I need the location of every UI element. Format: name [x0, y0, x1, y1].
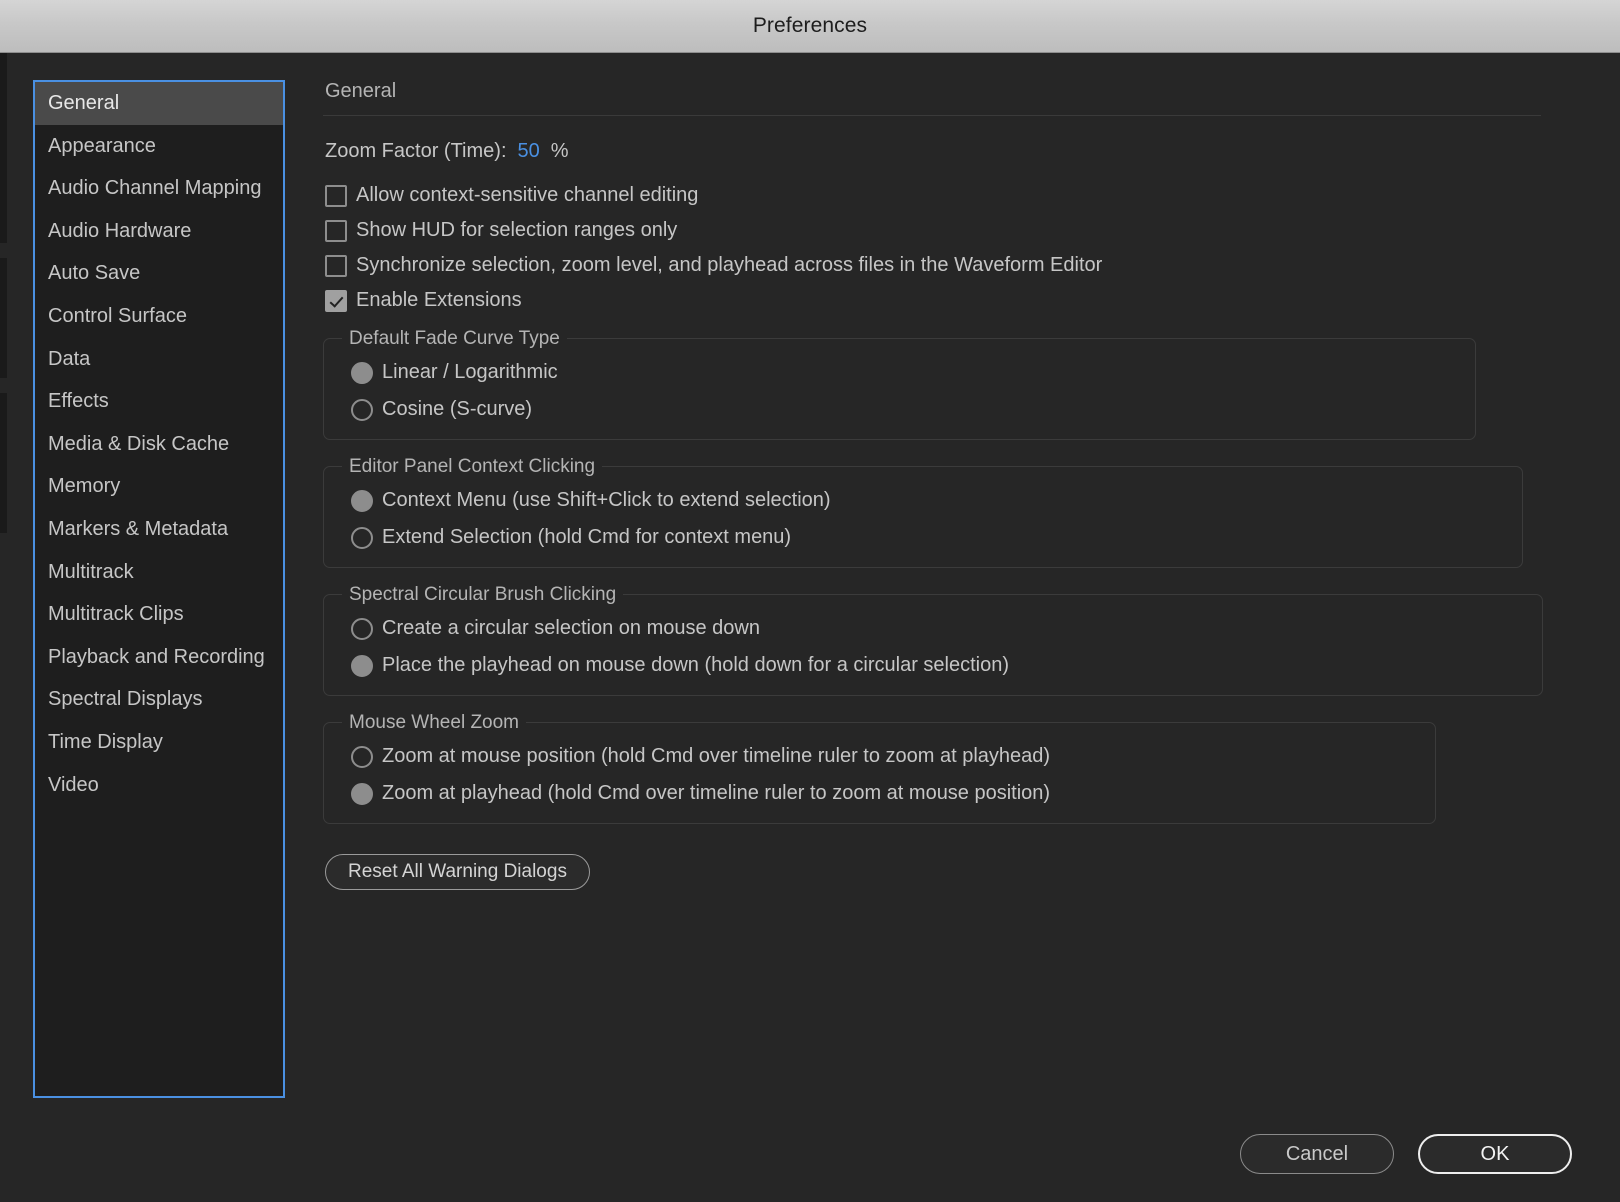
radio-row[interactable]: Extend Selection (hold Cmd for context m…: [324, 526, 1522, 549]
radio-unselected-icon[interactable]: [351, 398, 373, 421]
radio-row[interactable]: Place the playhead on mouse down (hold d…: [324, 654, 1542, 677]
checkbox-group: Allow context-sensitive channel editing S…: [323, 184, 1580, 312]
radio-label: Context Menu (use Shift+Click to extend …: [382, 489, 831, 511]
checkbox-unchecked-icon[interactable]: [325, 184, 347, 207]
zoom-factor-label: Zoom Factor (Time):: [325, 140, 507, 162]
sidebar-item-playback-and-recording[interactable]: Playback and Recording: [35, 636, 283, 679]
window-title: Preferences: [752, 14, 868, 37]
radio-unselected-icon[interactable]: [351, 617, 373, 640]
sidebar-item-audio-hardware[interactable]: Audio Hardware: [35, 210, 283, 253]
sidebar-item-label: Auto Save: [48, 262, 141, 285]
page-title: General: [325, 80, 397, 102]
option-group: Spectral Circular Brush Clicking Create a…: [323, 584, 1543, 696]
checkbox-label: Allow context-sensitive channel editing: [356, 184, 699, 206]
radio-label: Zoom at playhead (hold Cmd over timeline…: [382, 782, 1051, 804]
checkbox-checked-icon[interactable]: [325, 289, 347, 312]
radio-unselected-icon[interactable]: [351, 526, 373, 549]
radio-selected-icon[interactable]: [351, 489, 373, 512]
checkbox-unchecked-icon[interactable]: [325, 254, 347, 277]
sidebar-item-multitrack[interactable]: Multitrack: [35, 551, 283, 594]
sidebar-item-general[interactable]: General: [35, 82, 283, 125]
checkbox-row[interactable]: Allow context-sensitive channel editing: [323, 184, 1580, 207]
sidebar-item-auto-save[interactable]: Auto Save: [35, 252, 283, 295]
sidebar-item-time-display[interactable]: Time Display: [35, 721, 283, 764]
preferences-category-list[interactable]: General Appearance Audio Channel Mapping Au…: [33, 80, 285, 1098]
sidebar-item-effects[interactable]: Effects: [35, 380, 283, 423]
group-legend: Editor Panel Context Clicking: [342, 456, 603, 478]
sidebar-item-markers-metadata[interactable]: Markers & Metadata: [35, 508, 283, 551]
sidebar-item-data[interactable]: Data: [35, 338, 283, 381]
sidebar-item-label: Multitrack Clips: [48, 603, 184, 626]
sidebar-item-label: Media & Disk Cache: [48, 432, 230, 455]
radio-label: Create a circular selection on mouse dow…: [382, 617, 760, 639]
sidebar-item-control-surface[interactable]: Control Surface: [35, 295, 283, 338]
sidebar-item-label: Video: [48, 773, 99, 796]
sidebar-item-video[interactable]: Video: [35, 764, 283, 807]
zoom-factor-row: Zoom Factor (Time): 50 %: [323, 140, 1580, 163]
option-group: Default Fade Curve Type Linear / Logarith…: [323, 328, 1476, 440]
radio-unselected-icon[interactable]: [351, 745, 373, 768]
sidebar-item-label: Spectral Displays: [48, 688, 203, 711]
sidebar-item-label: General: [48, 92, 120, 114]
sidebar-item-label: Effects: [48, 390, 109, 413]
dialog-body: General Appearance Audio Channel Mapping Au…: [0, 53, 1620, 1202]
sidebar-item-label: Playback and Recording: [48, 645, 265, 668]
sidebar-item-spectral-displays[interactable]: Spectral Displays: [35, 678, 283, 721]
radio-label: Linear / Logarithmic: [382, 361, 558, 383]
heading-divider: [323, 115, 1541, 116]
zoom-factor-unit: %: [550, 140, 569, 162]
sidebar-item-label: Memory: [48, 475, 121, 498]
option-group: Editor Panel Context Clicking Context Men…: [323, 456, 1523, 568]
checkbox-label: Synchronize selection, zoom level, and p…: [356, 254, 1103, 276]
sidebar-item-memory[interactable]: Memory: [35, 465, 283, 508]
window-edge-artifact-bottom: [0, 393, 7, 533]
dialog-footer: Cancel OK: [1240, 1134, 1572, 1174]
checkbox-row[interactable]: Synchronize selection, zoom level, and p…: [323, 254, 1580, 277]
checkbox-label: Show HUD for selection ranges only: [356, 219, 678, 241]
sidebar-item-multitrack-clips[interactable]: Multitrack Clips: [35, 593, 283, 636]
sidebar-item-label: Audio Hardware: [48, 219, 192, 242]
radio-label: Place the playhead on mouse down (hold d…: [382, 654, 1010, 676]
ok-button[interactable]: OK: [1418, 1134, 1572, 1174]
checkbox-label: Enable Extensions: [356, 289, 522, 311]
window-edge-artifact-mid: [0, 258, 7, 378]
sidebar-item-label: Control Surface: [48, 304, 187, 327]
sidebar-item-label: Data: [48, 347, 91, 370]
radio-row[interactable]: Zoom at playhead (hold Cmd over timeline…: [324, 782, 1435, 805]
cancel-button[interactable]: Cancel: [1240, 1134, 1394, 1174]
radio-row[interactable]: Linear / Logarithmic: [324, 361, 1475, 384]
reset-all-warning-dialogs-button[interactable]: Reset All Warning Dialogs: [325, 854, 590, 890]
group-legend: Spectral Circular Brush Clicking: [342, 584, 624, 606]
radio-selected-icon[interactable]: [351, 654, 373, 677]
radio-row[interactable]: Context Menu (use Shift+Click to extend …: [324, 489, 1522, 512]
radio-selected-icon[interactable]: [351, 361, 373, 384]
radio-row[interactable]: Zoom at mouse position (hold Cmd over ti…: [324, 745, 1435, 768]
radio-row[interactable]: Create a circular selection on mouse dow…: [324, 617, 1542, 640]
radio-label: Extend Selection (hold Cmd for context m…: [382, 526, 792, 548]
radio-label: Zoom at mouse position (hold Cmd over ti…: [382, 745, 1051, 767]
checkbox-row[interactable]: Enable Extensions: [323, 289, 1580, 312]
sidebar-item-media-disk-cache[interactable]: Media & Disk Cache: [35, 423, 283, 466]
option-groups: Default Fade Curve Type Linear / Logarith…: [323, 328, 1580, 824]
zoom-factor-input[interactable]: 50: [518, 140, 540, 163]
radio-selected-icon[interactable]: [351, 782, 373, 805]
radio-label: Cosine (S-curve): [382, 398, 533, 420]
preferences-dialog: Preferences General Appearance Audio Chann…: [0, 0, 1620, 1202]
group-legend: Mouse Wheel Zoom: [342, 712, 527, 734]
checkbox-unchecked-icon[interactable]: [325, 219, 347, 242]
preferences-main-panel: General Zoom Factor (Time): 50 % Allow c…: [323, 80, 1580, 1202]
checkbox-row[interactable]: Show HUD for selection ranges only: [323, 219, 1580, 242]
sidebar-item-label: Multitrack: [48, 560, 134, 583]
sidebar-item-label: Markers & Metadata: [48, 517, 229, 540]
sidebar-item-label: Audio Channel Mapping: [48, 177, 262, 200]
sidebar-item-audio-channel-mapping[interactable]: Audio Channel Mapping: [35, 167, 283, 210]
sidebar-item-appearance[interactable]: Appearance: [35, 125, 283, 168]
radio-row[interactable]: Cosine (S-curve): [324, 398, 1475, 421]
title-bar: Preferences: [0, 0, 1620, 53]
window-edge-artifact-top: [0, 53, 7, 243]
sidebar-item-label: Appearance: [48, 134, 156, 157]
group-legend: Default Fade Curve Type: [342, 328, 567, 350]
option-group: Mouse Wheel Zoom Zoom at mouse position (…: [323, 712, 1436, 824]
sidebar-item-label: Time Display: [48, 730, 163, 753]
